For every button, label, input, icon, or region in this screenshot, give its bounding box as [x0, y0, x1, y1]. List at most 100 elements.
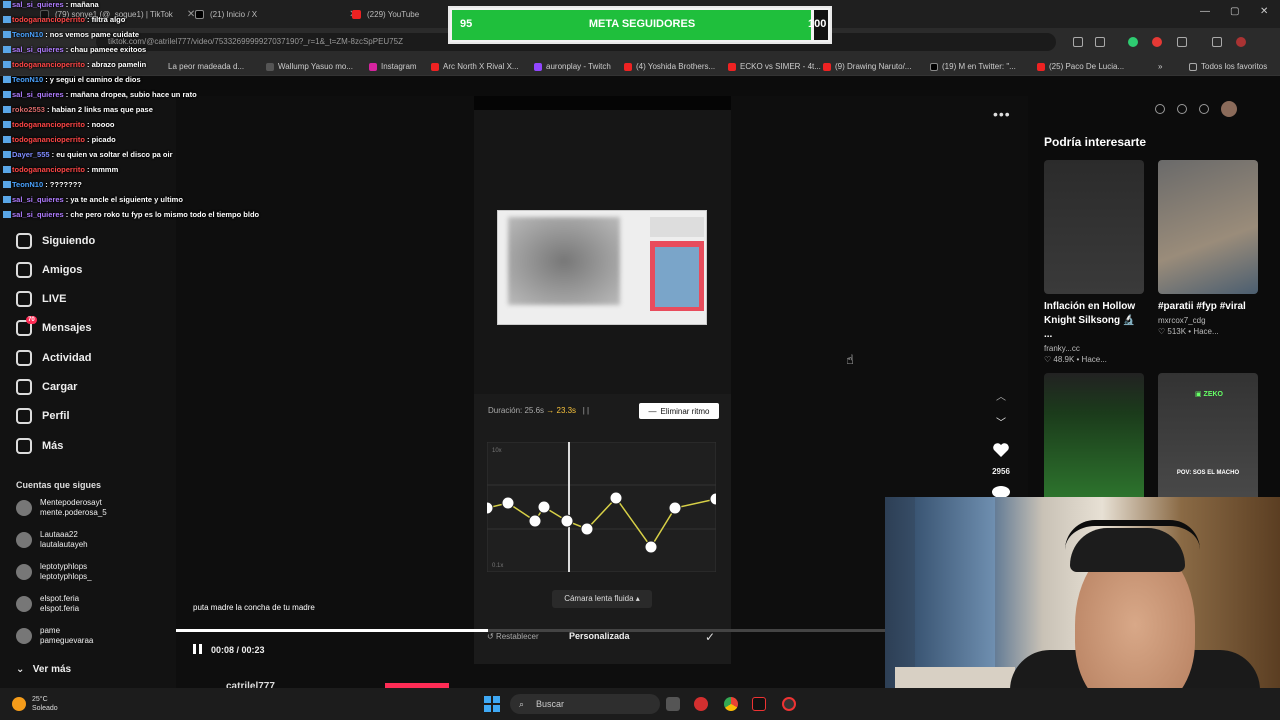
sidebar-item-perfil[interactable]: Perfil	[16, 408, 70, 424]
chevron-down-icon[interactable]: ﹀	[993, 414, 1009, 429]
header-actions	[1155, 101, 1237, 117]
curve-point[interactable]	[609, 491, 623, 505]
sidebar-item-amigos[interactable]: Amigos	[16, 262, 82, 278]
profile-avatar[interactable]	[1236, 37, 1246, 47]
bookmark-item[interactable]: La peor madeada d...	[168, 62, 244, 71]
curve-point[interactable]	[560, 514, 574, 528]
minimize-icon[interactable]: —	[1200, 6, 1210, 17]
activity-icon	[16, 350, 32, 366]
app-icon[interactable]	[694, 697, 708, 711]
sidebar-item-siguiendo[interactable]: Siguiendo	[16, 233, 95, 249]
taskbar-search[interactable]: ⌕ Buscar	[510, 694, 660, 714]
badge-icon	[3, 211, 11, 218]
recommended-video[interactable]: #paratii #fyp #viral mxrcox7_cdg ♡ 513K • …	[1158, 160, 1258, 336]
phone-icon[interactable]	[1177, 104, 1187, 114]
bookmark-item[interactable]: auronplay - Twitch	[534, 62, 611, 71]
followed-account[interactable]: Mentepoderosayt mente.poderosa_5	[16, 498, 107, 518]
coins-icon[interactable]	[1155, 104, 1165, 114]
weather-widget[interactable]: 25°C Soleado	[12, 695, 58, 713]
bookmark-item[interactable]: Wallump Yasuo mo...	[266, 62, 353, 71]
sidebar-item-label: Más	[42, 440, 64, 452]
see-more-button[interactable]: ⌄ Ver más	[16, 664, 71, 675]
curve-point[interactable]	[644, 540, 658, 554]
chat-text: : chau pameee exitoos	[63, 45, 147, 54]
video-progress-bar[interactable]	[176, 629, 886, 632]
badge-icon	[3, 106, 11, 113]
maximize-icon[interactable]: ▢	[1230, 6, 1239, 17]
extensions-puzzle-icon[interactable]	[1177, 37, 1187, 47]
video-title: #paratii #fyp #viral	[1158, 301, 1246, 312]
user-avatar[interactable]	[1221, 101, 1237, 117]
streamer-thumbnail	[650, 241, 704, 311]
extension-icon[interactable]	[1128, 37, 1138, 47]
bookmark-label: Arc North X Rival X...	[443, 62, 519, 71]
sidebar-item-mensajes[interactable]: 70 Mensajes	[16, 316, 92, 336]
recommended-video[interactable]: Inflación en Hollow Knight Silksong 🔬 ..…	[1044, 160, 1144, 364]
close-icon[interactable]: ✕	[187, 9, 195, 20]
bookmark-item[interactable]: (19) M en Twitter: "...	[930, 62, 1016, 71]
curve-point[interactable]	[528, 514, 542, 528]
badge-icon	[3, 121, 11, 128]
followed-account[interactable]: elspot.feria elspot.feria	[16, 594, 79, 614]
bookmark-item[interactable]: (4) Yoshida Brothers...	[624, 62, 715, 71]
reset-button[interactable]: ↺ Restablecer	[487, 632, 539, 641]
menu-dots-icon[interactable]	[1262, 37, 1272, 47]
bookmark-label: ECKO vs SIMER - 4t...	[740, 62, 821, 71]
extension-icon[interactable]	[1152, 37, 1162, 47]
bookmark-item[interactable]: (25) Paco De Lucia...	[1037, 62, 1124, 71]
tab-x[interactable]: (21) Inicio / X ✕	[195, 5, 358, 23]
bookmark-star-icon[interactable]	[1095, 37, 1105, 47]
badge-icon	[3, 1, 11, 8]
sidebar-item-cargar[interactable]: Cargar	[16, 379, 77, 395]
curve-point[interactable]	[501, 496, 515, 510]
sidebar-item-actividad[interactable]: Actividad	[16, 350, 92, 366]
recommended-video[interactable]	[1044, 373, 1144, 507]
weather-condition: Soleado	[32, 705, 58, 712]
badge-icon	[3, 91, 11, 98]
more-options-icon[interactable]: •••	[993, 106, 1011, 122]
remove-rhythm-button[interactable]: — Eliminar ritmo	[639, 403, 719, 419]
bookmark-item[interactable]: (9) Drawing Naruto/...	[823, 62, 911, 71]
account-name: elspot.feria	[40, 594, 80, 603]
bookmarks-overflow[interactable]: »	[1158, 62, 1162, 71]
tab-youtube[interactable]: (229) YouTube	[352, 5, 419, 23]
badge-icon	[3, 181, 11, 188]
chevron-up-icon[interactable]: ︿	[993, 388, 1009, 403]
task-view-icon[interactable]	[666, 697, 680, 711]
curve-point[interactable]	[668, 501, 682, 515]
curve-point[interactable]	[580, 522, 594, 536]
bookmark-item[interactable]: Instagram	[369, 62, 417, 71]
checkmark-icon[interactable]: ✓	[705, 630, 715, 644]
bookmark-item[interactable]: ECKO vs SIMER - 4t...	[728, 62, 821, 71]
curve-point[interactable]	[537, 500, 551, 514]
cast-icon[interactable]	[1073, 37, 1083, 47]
followed-account[interactable]: leptotyphlops leptotyphlops_	[16, 562, 92, 582]
zeko-tag: ▣ ZEKO	[1195, 391, 1224, 398]
bookmark-label: (25) Paco De Lucia...	[1049, 62, 1125, 71]
download-icon[interactable]	[1199, 104, 1209, 114]
chat-username: todoganancioperrito	[12, 120, 85, 129]
followed-account[interactable]: pame pameguevaraa	[16, 626, 93, 646]
video-likes: ♡ 513K • Hace...	[1158, 327, 1219, 336]
followed-account[interactable]: Lautaaa22 lautalautayeh	[16, 530, 88, 550]
bookmark-item[interactable]: Arc North X Rival X...	[431, 62, 519, 71]
close-window-icon[interactable]: ✕	[1260, 6, 1268, 17]
all-bookmarks[interactable]: Todos los favoritos	[1189, 62, 1267, 71]
media-icon[interactable]	[1212, 37, 1222, 47]
camera-mode-dropdown[interactable]: Cámara lenta fluida ▴	[552, 590, 652, 608]
badge-icon	[3, 166, 11, 173]
windows-start-icon[interactable]	[484, 696, 500, 712]
pause-icon[interactable]	[192, 643, 204, 655]
tiktok-app-icon[interactable]	[752, 697, 766, 711]
account-handle: leptotyphlops_	[40, 572, 92, 581]
heart-icon[interactable]	[992, 442, 1010, 458]
sidebar-item-más[interactable]: Más	[16, 438, 63, 454]
goal-title: META SEGUIDORES	[588, 18, 696, 30]
sidebar-item-live[interactable]: LIVE	[16, 291, 66, 307]
chat-message: sal_si_quieres : ya te ancle el siguient…	[3, 195, 183, 204]
obs-icon[interactable]	[782, 697, 796, 711]
speed-curve-graph[interactable]: 10x 0.1x	[487, 442, 716, 572]
chat-message: Dayer_555 : eu quien va soltar el disco …	[3, 150, 173, 159]
bookmark-icon	[266, 62, 274, 71]
chrome-icon[interactable]	[724, 697, 738, 711]
